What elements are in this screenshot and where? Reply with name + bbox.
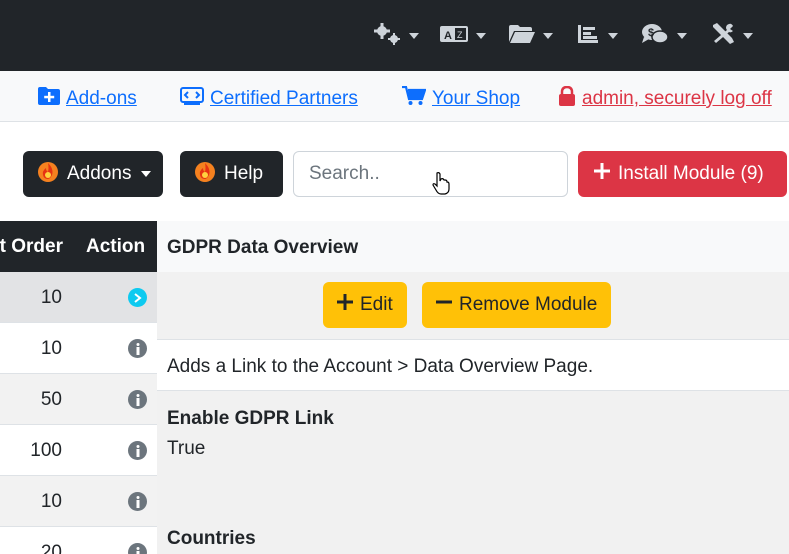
table-row[interactable]: 10 — [0, 476, 157, 527]
remove-module-button[interactable]: Remove Module — [422, 282, 612, 328]
mouse-pointer-icon — [432, 171, 450, 200]
addons-link-label: Add-ons — [66, 88, 137, 109]
minus-icon — [436, 294, 452, 316]
row-order: 20 — [40, 542, 62, 554]
row-order: 50 — [40, 389, 62, 410]
tools-menu[interactable] — [711, 22, 753, 50]
certified-partners-link[interactable]: Certified Partners — [180, 86, 358, 112]
reports-menu[interactable] — [578, 23, 618, 49]
lock-icon — [558, 85, 576, 112]
setting-value: True — [167, 438, 206, 459]
modules-table: t Order Action 10 10 50 100 10 20 — [0, 221, 157, 554]
chevron-down-icon — [409, 33, 419, 39]
remove-module-label: Remove Module — [459, 294, 598, 315]
plus-icon — [594, 163, 610, 185]
table-row[interactable]: 50 — [0, 374, 157, 425]
partner-code-icon — [180, 87, 204, 111]
table-row[interactable]: 10 — [0, 323, 157, 374]
addons-link[interactable]: Add-ons — [38, 86, 137, 112]
help-button-label: Help — [224, 163, 264, 184]
info-icon[interactable] — [128, 390, 147, 409]
install-module-button[interactable]: Install Module (9) — [578, 151, 787, 197]
language-menu[interactable]: AZ — [440, 23, 486, 49]
support-menu[interactable]: $ — [641, 23, 687, 49]
module-description-text: Adds a Link to the Account > Data Overvi… — [167, 356, 594, 377]
info-icon[interactable] — [128, 339, 147, 358]
config-menu[interactable] — [373, 22, 419, 50]
search-input[interactable] — [293, 151, 568, 197]
module-title: GDPR Data Overview — [167, 237, 359, 258]
module-description: Adds a Link to the Account > Data Overvi… — [157, 340, 789, 391]
chat-icon: $ — [641, 23, 669, 50]
folder-icon — [509, 24, 535, 49]
gears-icon — [373, 22, 401, 50]
table-row[interactable]: 100 — [0, 425, 157, 476]
chevron-down-icon — [476, 33, 486, 39]
addons-button-label: Addons — [67, 163, 132, 184]
folder-plus-icon — [38, 87, 60, 111]
reports-icon — [578, 24, 600, 49]
flame-logo-icon — [194, 160, 216, 188]
table-header: t Order Action — [0, 221, 157, 272]
svg-text:$: $ — [648, 27, 654, 39]
install-module-label: Install Module (9) — [618, 163, 764, 184]
edit-button[interactable]: Edit — [323, 282, 407, 328]
info-icon[interactable] — [128, 492, 147, 511]
module-details-header: GDPR Data Overview — [157, 221, 789, 272]
certified-partners-link-label: Certified Partners — [210, 88, 358, 109]
table-row[interactable]: 20 — [0, 527, 157, 554]
column-header-order: t Order — [0, 236, 63, 257]
chevron-down-icon — [608, 33, 618, 39]
edit-button-label: Edit — [360, 294, 393, 315]
column-header-action: Action — [86, 236, 146, 257]
tools-icon — [711, 22, 735, 50]
chevron-down-icon — [543, 33, 553, 39]
your-shop-link[interactable]: Your Shop — [402, 85, 521, 112]
setting-label: Enable GDPR Link — [167, 408, 334, 429]
row-order: 10 — [40, 287, 62, 308]
info-icon[interactable] — [128, 441, 147, 460]
flame-logo-icon — [37, 160, 59, 188]
plus-icon — [337, 294, 353, 316]
language-icon: AZ — [440, 24, 468, 49]
your-shop-link-label: Your Shop — [432, 88, 521, 109]
chevron-down-icon — [141, 171, 152, 177]
logout-link-label: admin, securely log off — [582, 88, 772, 109]
row-order: 10 — [40, 491, 62, 512]
module-settings: Enable GDPR Link True Countries — [157, 391, 789, 554]
addons-dropdown-button[interactable]: Addons — [23, 151, 164, 197]
logout-link[interactable]: admin, securely log off — [558, 85, 772, 112]
chevron-right-icon[interactable] — [128, 288, 147, 307]
setting-label: Countries — [167, 528, 256, 549]
info-icon[interactable] — [128, 543, 147, 554]
svg-text:Z: Z — [457, 30, 463, 40]
chevron-down-icon — [677, 33, 687, 39]
help-button[interactable]: Help — [180, 151, 283, 197]
module-actions: Edit Remove Module — [157, 272, 789, 340]
shopping-cart-icon — [402, 85, 427, 112]
chevron-down-icon — [743, 33, 753, 39]
files-menu[interactable] — [509, 23, 553, 49]
svg-text:A: A — [444, 30, 452, 42]
row-order: 10 — [40, 338, 62, 359]
table-row[interactable]: 10 — [0, 272, 157, 323]
top-navbar: AZ $ — [0, 0, 789, 71]
row-order: 100 — [30, 440, 62, 461]
